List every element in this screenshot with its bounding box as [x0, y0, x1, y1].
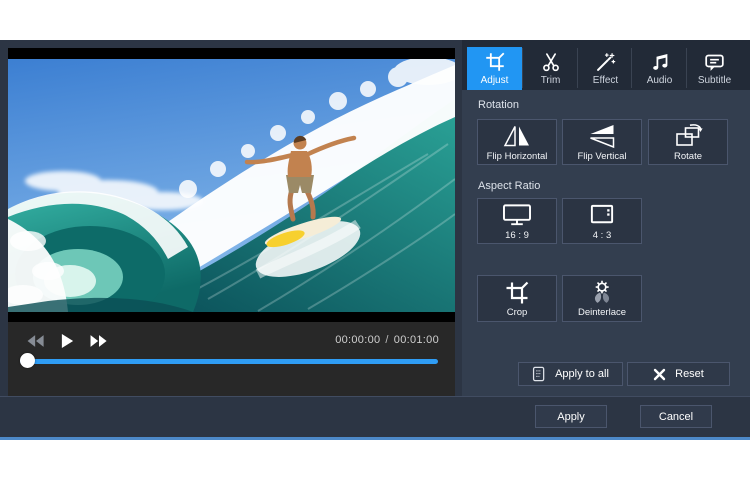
flip-vertical-button[interactable]: Flip Vertical [562, 119, 642, 165]
tab-label: Effect [592, 75, 619, 86]
rewind-icon [27, 335, 44, 347]
button-label: 16 : 9 [505, 229, 529, 241]
crop-icon [485, 51, 505, 73]
seek-slider[interactable] [20, 353, 446, 370]
tab-adjust[interactable]: Adjust [467, 47, 522, 90]
deinterlace-button[interactable]: Deinterlace [562, 275, 642, 322]
button-label: Flip Vertical [577, 150, 627, 162]
flip-horizontal-icon [502, 123, 532, 150]
video-frame [8, 48, 455, 322]
x-icon [653, 368, 666, 381]
music-notes-icon [649, 51, 670, 73]
seek-track[interactable] [20, 359, 438, 364]
aspect-ratio-section-title: Aspect Ratio [478, 180, 541, 192]
magic-wand-icon [595, 51, 616, 73]
time-separator: / [385, 334, 389, 346]
button-label: Apply to all [555, 368, 609, 380]
screenshot-canvas: 00:00:00/00:01:00 Adjust Trim Effect Aud… [0, 0, 750, 481]
tab-audio[interactable]: Audio [632, 47, 687, 90]
button-label: Deinterlace [577, 307, 627, 318]
window-accent-line [0, 437, 750, 440]
fast-forward-button[interactable] [88, 332, 110, 350]
fast-forward-icon [90, 335, 107, 347]
button-label: Apply [557, 410, 585, 423]
aspect-16-9-button[interactable]: 16 : 9 [477, 198, 557, 244]
widescreen-monitor-icon [501, 202, 533, 229]
rewind-button[interactable] [25, 332, 47, 350]
speech-bubble-icon [704, 51, 725, 73]
panel-divider [0, 396, 750, 397]
button-label: Reset [675, 368, 704, 380]
adjust-panel: Rotation Flip Horizontal Flip Vertical R… [462, 90, 750, 396]
playback-controls: 00:00:00 / 00:01:00 [8, 322, 455, 397]
edit-dialog: 00:00:00/00:01:00 Adjust Trim Effect Aud… [0, 40, 750, 440]
rotate-button[interactable]: Rotate [648, 119, 728, 165]
button-label: 4 : 3 [592, 229, 612, 241]
tab-bar: Adjust Trim Effect Audio Subtitle [462, 40, 750, 90]
button-label: Cancel [658, 410, 694, 423]
cancel-button[interactable]: Cancel [640, 405, 712, 428]
button-label: Flip Horizontal [486, 150, 548, 162]
apply-to-all-button[interactable]: Apply to all [518, 362, 623, 386]
tab-label: Audio [646, 75, 673, 86]
crop-button[interactable]: Crop [477, 275, 557, 322]
surfer-wave-scene [8, 58, 455, 312]
button-label: Crop [506, 307, 528, 318]
tab-trim[interactable]: Trim [523, 47, 578, 90]
timecode: 00:00:00 / 00:01:00 [335, 334, 439, 346]
apply-button[interactable]: Apply [535, 405, 607, 428]
video-preview-panel: 00:00:00 / 00:01:00 [8, 48, 455, 397]
button-label: Rotate [674, 150, 702, 162]
transport-buttons [25, 332, 110, 350]
tv-4-3-icon [586, 202, 618, 229]
scissors-icon [541, 51, 561, 73]
play-icon [61, 333, 74, 349]
seek-thumb[interactable] [20, 353, 35, 368]
tab-subtitle[interactable]: Subtitle [687, 47, 742, 90]
tab-effect[interactable]: Effect [578, 47, 633, 90]
tab-label: Subtitle [697, 75, 732, 86]
current-time: 00:00:00 [335, 334, 381, 346]
tab-label: Trim [540, 75, 561, 86]
deinterlace-icon [587, 279, 617, 306]
tab-label: Adjust [480, 75, 509, 86]
reset-button[interactable]: Reset [627, 362, 730, 386]
total-duration: 00:01:00 [393, 334, 439, 346]
aspect-4-3-button[interactable]: 4 : 3 [562, 198, 642, 244]
document-icon [532, 366, 546, 382]
rotation-section-title: Rotation [478, 99, 519, 111]
rotate-icon [673, 123, 703, 150]
flip-horizontal-button[interactable]: Flip Horizontal [477, 119, 557, 165]
play-button[interactable] [60, 332, 75, 350]
crop-icon [505, 279, 529, 306]
flip-vertical-icon [587, 123, 617, 150]
